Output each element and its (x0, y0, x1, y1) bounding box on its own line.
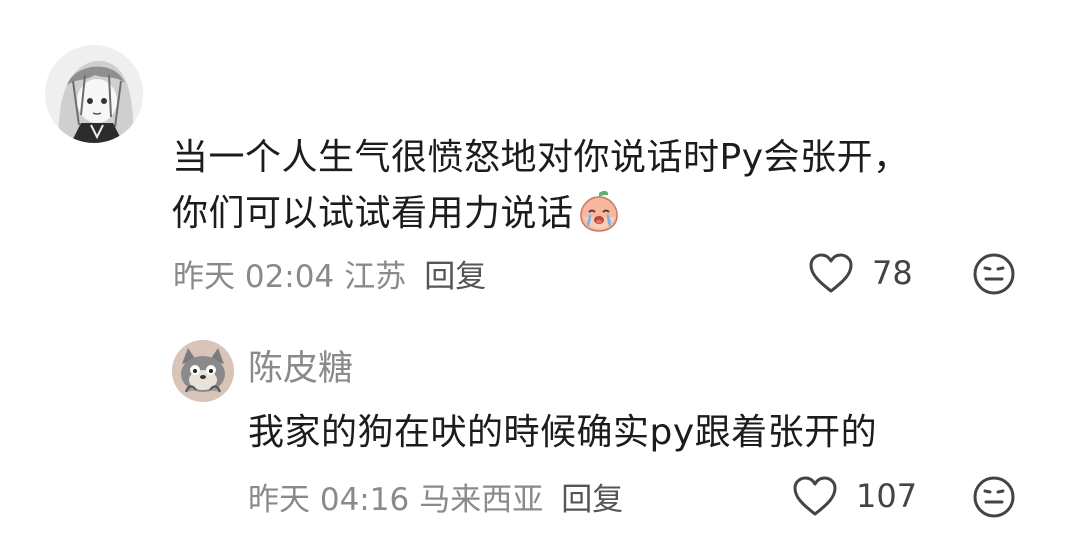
comment-location: 江苏 (344, 258, 407, 295)
comment-react-button[interactable] (972, 252, 1016, 296)
comment-reply-button[interactable]: 回复 (424, 251, 486, 296)
reply-reply-button[interactable]: 回复 (561, 474, 623, 519)
reply-author-avatar[interactable] (172, 340, 234, 402)
anime-girl-avatar-image (45, 45, 143, 143)
cartoon-cat-avatar-image (172, 340, 234, 402)
reply-body: 我家的狗在吠的時候确实py跟着张开的 (248, 412, 878, 453)
reply-author-name[interactable]: 陈皮糖 (248, 344, 353, 394)
reply-like-button[interactable]: 107 (792, 473, 917, 519)
comment-meta: 昨天 02:04 江苏 回复 (173, 250, 486, 296)
comment-text-line-2: 你们可以试试看用力说话 (172, 186, 1032, 242)
reply-like-count: 107 (856, 477, 918, 515)
neutral-face-icon (973, 476, 1015, 518)
comment-timestamp: 昨天 02:04 (173, 258, 335, 295)
reply-timestamp: 昨天 04:16 (248, 481, 410, 518)
crying-peach-emoji-icon (576, 187, 622, 233)
comment-body: 当一个人生气很愤怒地对你说话时Py会张开， 你们可以试试看用力说话 (172, 130, 1032, 242)
heart-icon (809, 253, 853, 293)
comment-like-count: 78 (872, 254, 913, 292)
neutral-face-icon (973, 253, 1015, 295)
comment-like-button[interactable]: 78 (808, 250, 913, 296)
comment-text-line-2-text: 你们可以试试看用力说话 (172, 193, 574, 234)
comment-text-line-1: 当一个人生气很愤怒地对你说话时Py会张开， (172, 137, 910, 178)
commenter-avatar[interactable] (45, 45, 143, 143)
reply-meta: 昨天 04:16 马来西亚 回复 (248, 473, 623, 519)
reply-location: 马来西亚 (419, 481, 544, 518)
heart-icon (793, 476, 837, 516)
reply-react-button[interactable] (972, 475, 1016, 519)
